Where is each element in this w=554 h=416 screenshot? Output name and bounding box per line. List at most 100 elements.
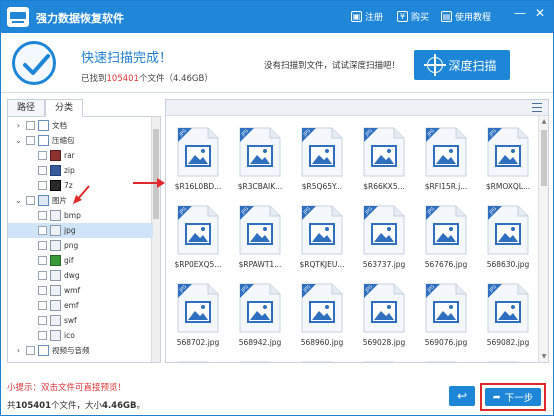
- register-link[interactable]: ▣ 注册: [351, 10, 383, 23]
- tree-item-ico[interactable]: ico: [8, 328, 153, 343]
- tab-category[interactable]: 分类: [45, 99, 83, 117]
- file-item[interactable]: JPG 569028.jpg: [354, 278, 414, 356]
- jpg-file-icon: JPG: [362, 360, 406, 362]
- back-button[interactable]: ↩: [449, 386, 475, 406]
- tree-item-jpg[interactable]: jpg: [8, 223, 153, 238]
- tree-checkbox[interactable]: [26, 196, 35, 205]
- tree-item-文档[interactable]: › 文档: [8, 118, 153, 133]
- file-item[interactable]: JPG $R66KX5...: [354, 122, 414, 200]
- file-item[interactable]: JPG $R16L0BD...: [168, 122, 228, 200]
- tree-checkbox[interactable]: [38, 166, 47, 175]
- minimize-button[interactable]: —: [512, 6, 528, 20]
- tree-checkbox[interactable]: [26, 136, 35, 145]
- tree-checkbox[interactable]: [38, 316, 47, 325]
- tree-item-rar[interactable]: rar: [8, 148, 153, 163]
- jpg-file-icon: JPG: [238, 282, 282, 334]
- file-item[interactable]: JPG $RQTKJEU...: [292, 200, 352, 278]
- book-icon: ▤: [441, 11, 452, 22]
- tree-item-swf[interactable]: swf: [8, 313, 153, 328]
- file-item[interactable]: JPG: [230, 356, 290, 362]
- tree-item-emf[interactable]: emf: [8, 298, 153, 313]
- file-item[interactable]: JPG $R5Q65Y...: [292, 122, 352, 200]
- file-item[interactable]: JPG: [168, 356, 228, 362]
- jpg-file-icon: JPG: [300, 282, 344, 334]
- tree-checkbox[interactable]: [38, 181, 47, 190]
- jpg-file-icon: JPG: [176, 204, 220, 256]
- deep-scan-button[interactable]: 深度扫描: [414, 50, 510, 80]
- tab-path[interactable]: 路径: [7, 99, 45, 117]
- tree-checkbox[interactable]: [26, 346, 35, 355]
- file-item[interactable]: JPG $RPAWT1...: [230, 200, 290, 278]
- file-name: 569076.jpg: [424, 338, 468, 347]
- tree-checkbox[interactable]: [38, 241, 47, 250]
- jpg-file-icon: JPG: [424, 204, 468, 256]
- tree-item-dwg[interactable]: dwg: [8, 268, 153, 283]
- dwg-icon: [50, 270, 61, 281]
- tree-item-label: 文档: [52, 121, 67, 130]
- expander-icon[interactable]: ›: [14, 121, 23, 130]
- tree-checkbox[interactable]: [38, 271, 47, 280]
- deep-scan-label: 深度扫描: [448, 58, 497, 73]
- tree-checkbox[interactable]: [38, 211, 47, 220]
- expander-icon[interactable]: ⌄: [14, 196, 23, 205]
- scan-complete-title: 快速扫描完成！: [81, 51, 173, 66]
- file-item[interactable]: JPG 568960.jpg: [292, 278, 352, 356]
- file-item[interactable]: JPG: [478, 356, 538, 362]
- file-item[interactable]: JPG: [292, 356, 352, 362]
- file-item[interactable]: JPG 568630.jpg: [478, 200, 538, 278]
- next-button[interactable]: ➦ 下一步: [485, 388, 541, 406]
- view-menu-icon[interactable]: [532, 103, 542, 112]
- swf-icon: [50, 315, 61, 326]
- file-item[interactable]: JPG: [416, 356, 476, 362]
- file-item[interactable]: JPG $RMOXQL...: [478, 122, 538, 200]
- grid-scrollbar[interactable]: ▲ ▼: [538, 116, 548, 362]
- tree-item-png[interactable]: png: [8, 238, 153, 253]
- tree-checkbox[interactable]: [38, 331, 47, 340]
- found-summary: 已找到105401个文件（4.46GB）: [81, 72, 213, 84]
- tree-item-label: png: [64, 241, 79, 250]
- rar-icon: [50, 150, 61, 161]
- file-item[interactable]: JPG 567676.jpg: [416, 200, 476, 278]
- tree-item-视频与音频[interactable]: › 视频与音频: [8, 343, 153, 358]
- file-name: $RPAWT1...: [238, 260, 282, 269]
- tree-item-bmp[interactable]: bmp: [8, 208, 153, 223]
- tree-checkbox[interactable]: [38, 256, 47, 265]
- expander-icon[interactable]: ⌄: [14, 136, 23, 145]
- file-item[interactable]: JPG 569082.jpg: [478, 278, 538, 356]
- tree-checkbox[interactable]: [38, 301, 47, 310]
- grid-header: [166, 100, 548, 116]
- file-name: 563737.jpg: [362, 260, 406, 269]
- file-item[interactable]: JPG 568702.jpg: [168, 278, 228, 356]
- tree-checkbox[interactable]: [26, 121, 35, 130]
- tree-checkbox[interactable]: [38, 151, 47, 160]
- buy-link[interactable]: ¥ 购买: [397, 10, 429, 23]
- deep-scan-hint: 没有扫描到文件，试试深度扫描吧！: [264, 61, 401, 71]
- jpg-file-icon: JPG: [486, 360, 530, 362]
- file-item[interactable]: JPG $RFI15R.j...: [416, 122, 476, 200]
- found-suffix: 个文件（4.46GB）: [138, 74, 213, 84]
- tree-item-label: bmp: [64, 211, 81, 220]
- tree-item-label: gif: [64, 256, 74, 265]
- document-icon: [38, 120, 49, 131]
- app-window: 强力数据恢复软件 ▣ 注册 ¥ 购买 ▤ 使用教程 — ✕ 快速扫描完成！ 已找…: [0, 0, 554, 416]
- tree-checkbox[interactable]: [38, 226, 47, 235]
- emf-icon: [50, 300, 61, 311]
- help-link[interactable]: ▤ 使用教程: [441, 10, 491, 23]
- close-button[interactable]: ✕: [532, 6, 548, 20]
- file-item[interactable]: JPG 563737.jpg: [354, 200, 414, 278]
- tree-item-gif[interactable]: gif: [8, 253, 153, 268]
- tree-checkbox[interactable]: [38, 286, 47, 295]
- expander-icon[interactable]: ›: [14, 346, 23, 355]
- jpg-file-icon: JPG: [176, 282, 220, 334]
- file-item[interactable]: JPG 568942.jpg: [230, 278, 290, 356]
- file-item[interactable]: JPG $RP0EXQ5...: [168, 200, 228, 278]
- crosshair-icon: [424, 54, 447, 76]
- cart-icon: ¥: [397, 11, 408, 22]
- tree-item-label: emf: [64, 301, 79, 310]
- file-item[interactable]: JPG $R3CBAIK...: [230, 122, 290, 200]
- tree-item-wmf[interactable]: wmf: [8, 283, 153, 298]
- tree-item-压缩包[interactable]: ⌄ 压缩包: [8, 133, 153, 148]
- file-item[interactable]: JPG: [354, 356, 414, 362]
- file-item[interactable]: JPG 569076.jpg: [416, 278, 476, 356]
- check-icon: [12, 41, 56, 85]
